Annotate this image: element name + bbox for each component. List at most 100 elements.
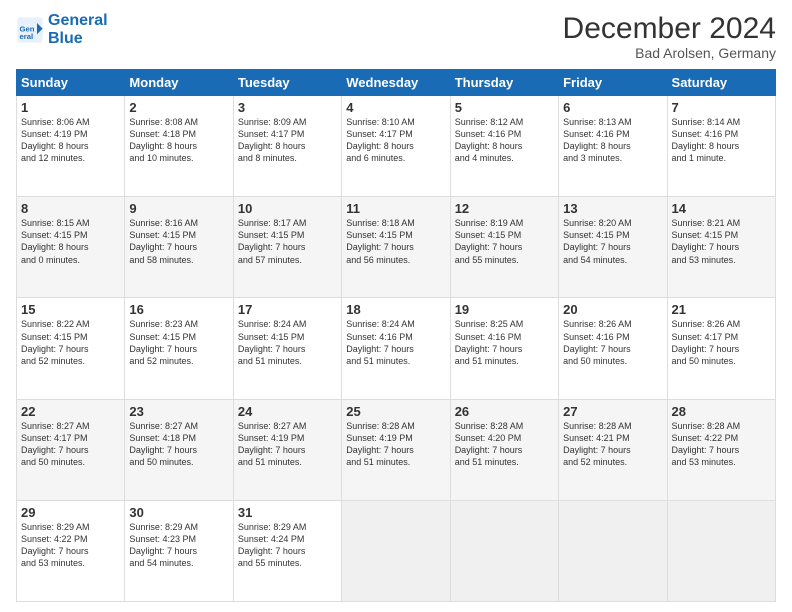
daylight-line: and 51 minutes. [238, 356, 302, 366]
daylight-line: Daylight: 7 hours [238, 242, 306, 252]
svg-text:eral: eral [20, 32, 34, 41]
weekday-header-thursday: Thursday [450, 70, 558, 96]
daylight-line: Daylight: 8 hours [455, 141, 523, 151]
cell-details: Sunrise: 8:15 AMSunset: 4:15 PMDaylight:… [21, 217, 120, 266]
daylight-line: and 52 minutes. [21, 356, 85, 366]
daylight-line: and 10 minutes. [129, 153, 193, 163]
calendar-cell: 20Sunrise: 8:26 AMSunset: 4:16 PMDayligh… [559, 298, 667, 399]
calendar-cell: 28Sunrise: 8:28 AMSunset: 4:22 PMDayligh… [667, 399, 775, 500]
sunrise-line: Sunrise: 8:16 AM [129, 218, 198, 228]
sunset-line: Sunset: 4:22 PM [21, 534, 88, 544]
calendar-week-3: 15Sunrise: 8:22 AMSunset: 4:15 PMDayligh… [17, 298, 776, 399]
sunset-line: Sunset: 4:15 PM [129, 230, 196, 240]
calendar-cell: 18Sunrise: 8:24 AMSunset: 4:16 PMDayligh… [342, 298, 450, 399]
sunset-line: Sunset: 4:17 PM [21, 433, 88, 443]
sunrise-line: Sunrise: 8:15 AM [21, 218, 90, 228]
daylight-line: and 8 minutes. [238, 153, 297, 163]
daylight-line: Daylight: 7 hours [455, 344, 523, 354]
sunrise-line: Sunrise: 8:26 AM [672, 319, 741, 329]
daylight-line: and 53 minutes. [672, 255, 736, 265]
sunset-line: Sunset: 4:15 PM [238, 332, 305, 342]
day-number: 21 [672, 302, 771, 317]
sunrise-line: Sunrise: 8:24 AM [346, 319, 415, 329]
day-number: 17 [238, 302, 337, 317]
calendar-cell: 9Sunrise: 8:16 AMSunset: 4:15 PMDaylight… [125, 197, 233, 298]
calendar-cell: 3Sunrise: 8:09 AMSunset: 4:17 PMDaylight… [233, 96, 341, 197]
daylight-line: Daylight: 7 hours [21, 546, 89, 556]
day-number: 26 [455, 404, 554, 419]
page: Gen eral General Blue December 2024 Bad … [0, 0, 792, 612]
daylight-line: Daylight: 7 hours [346, 242, 414, 252]
sunset-line: Sunset: 4:17 PM [672, 332, 739, 342]
day-number: 5 [455, 100, 554, 115]
cell-details: Sunrise: 8:16 AMSunset: 4:15 PMDaylight:… [129, 217, 228, 266]
cell-details: Sunrise: 8:28 AMSunset: 4:19 PMDaylight:… [346, 420, 445, 469]
sunrise-line: Sunrise: 8:27 AM [21, 421, 90, 431]
daylight-line: Daylight: 7 hours [21, 445, 89, 455]
sunset-line: Sunset: 4:16 PM [563, 332, 630, 342]
logo: Gen eral General Blue [16, 12, 108, 47]
day-number: 28 [672, 404, 771, 419]
calendar-cell [559, 500, 667, 601]
sunset-line: Sunset: 4:15 PM [238, 230, 305, 240]
calendar-cell: 8Sunrise: 8:15 AMSunset: 4:15 PMDaylight… [17, 197, 125, 298]
sunrise-line: Sunrise: 8:12 AM [455, 117, 524, 127]
location: Bad Arolsen, Germany [563, 45, 776, 61]
logo-line1: General [48, 12, 108, 29]
sunrise-line: Sunrise: 8:09 AM [238, 117, 307, 127]
sunrise-line: Sunrise: 8:29 AM [238, 522, 307, 532]
calendar-cell: 6Sunrise: 8:13 AMSunset: 4:16 PMDaylight… [559, 96, 667, 197]
sunrise-line: Sunrise: 8:28 AM [672, 421, 741, 431]
header: Gen eral General Blue December 2024 Bad … [16, 12, 776, 61]
daylight-line: and 51 minutes. [346, 457, 410, 467]
day-number: 30 [129, 505, 228, 520]
sunrise-line: Sunrise: 8:17 AM [238, 218, 307, 228]
daylight-line: and 51 minutes. [455, 356, 519, 366]
cell-details: Sunrise: 8:12 AMSunset: 4:16 PMDaylight:… [455, 116, 554, 165]
calendar-cell: 2Sunrise: 8:08 AMSunset: 4:18 PMDaylight… [125, 96, 233, 197]
daylight-line: and 56 minutes. [346, 255, 410, 265]
sunrise-line: Sunrise: 8:28 AM [346, 421, 415, 431]
sunset-line: Sunset: 4:23 PM [129, 534, 196, 544]
weekday-header-sunday: Sunday [17, 70, 125, 96]
daylight-line: Daylight: 7 hours [238, 445, 306, 455]
calendar-cell: 11Sunrise: 8:18 AMSunset: 4:15 PMDayligh… [342, 197, 450, 298]
cell-details: Sunrise: 8:06 AMSunset: 4:19 PMDaylight:… [21, 116, 120, 165]
calendar-cell: 29Sunrise: 8:29 AMSunset: 4:22 PMDayligh… [17, 500, 125, 601]
daylight-line: Daylight: 7 hours [672, 445, 740, 455]
daylight-line: and 53 minutes. [21, 558, 85, 568]
sunset-line: Sunset: 4:17 PM [238, 129, 305, 139]
sunrise-line: Sunrise: 8:21 AM [672, 218, 741, 228]
day-number: 7 [672, 100, 771, 115]
daylight-line: Daylight: 8 hours [346, 141, 414, 151]
calendar-cell [667, 500, 775, 601]
daylight-line: and 12 minutes. [21, 153, 85, 163]
sunset-line: Sunset: 4:15 PM [21, 332, 88, 342]
sunrise-line: Sunrise: 8:22 AM [21, 319, 90, 329]
calendar-cell [342, 500, 450, 601]
calendar-cell: 15Sunrise: 8:22 AMSunset: 4:15 PMDayligh… [17, 298, 125, 399]
calendar-week-4: 22Sunrise: 8:27 AMSunset: 4:17 PMDayligh… [17, 399, 776, 500]
calendar-cell: 21Sunrise: 8:26 AMSunset: 4:17 PMDayligh… [667, 298, 775, 399]
logo-icon: Gen eral [16, 16, 44, 44]
cell-details: Sunrise: 8:14 AMSunset: 4:16 PMDaylight:… [672, 116, 771, 165]
day-number: 4 [346, 100, 445, 115]
daylight-line: and 58 minutes. [129, 255, 193, 265]
day-number: 18 [346, 302, 445, 317]
daylight-line: and 50 minutes. [21, 457, 85, 467]
daylight-line: and 1 minute. [672, 153, 727, 163]
daylight-line: and 54 minutes. [129, 558, 193, 568]
sunset-line: Sunset: 4:18 PM [129, 129, 196, 139]
calendar-cell: 30Sunrise: 8:29 AMSunset: 4:23 PMDayligh… [125, 500, 233, 601]
daylight-line: and 6 minutes. [346, 153, 405, 163]
calendar-cell: 31Sunrise: 8:29 AMSunset: 4:24 PMDayligh… [233, 500, 341, 601]
sunset-line: Sunset: 4:16 PM [455, 332, 522, 342]
daylight-line: and 57 minutes. [238, 255, 302, 265]
daylight-line: Daylight: 7 hours [129, 445, 197, 455]
cell-details: Sunrise: 8:26 AMSunset: 4:16 PMDaylight:… [563, 318, 662, 367]
daylight-line: and 51 minutes. [238, 457, 302, 467]
cell-details: Sunrise: 8:29 AMSunset: 4:23 PMDaylight:… [129, 521, 228, 570]
cell-details: Sunrise: 8:29 AMSunset: 4:22 PMDaylight:… [21, 521, 120, 570]
daylight-line: Daylight: 8 hours [21, 141, 89, 151]
weekday-header-row: SundayMondayTuesdayWednesdayThursdayFrid… [17, 70, 776, 96]
